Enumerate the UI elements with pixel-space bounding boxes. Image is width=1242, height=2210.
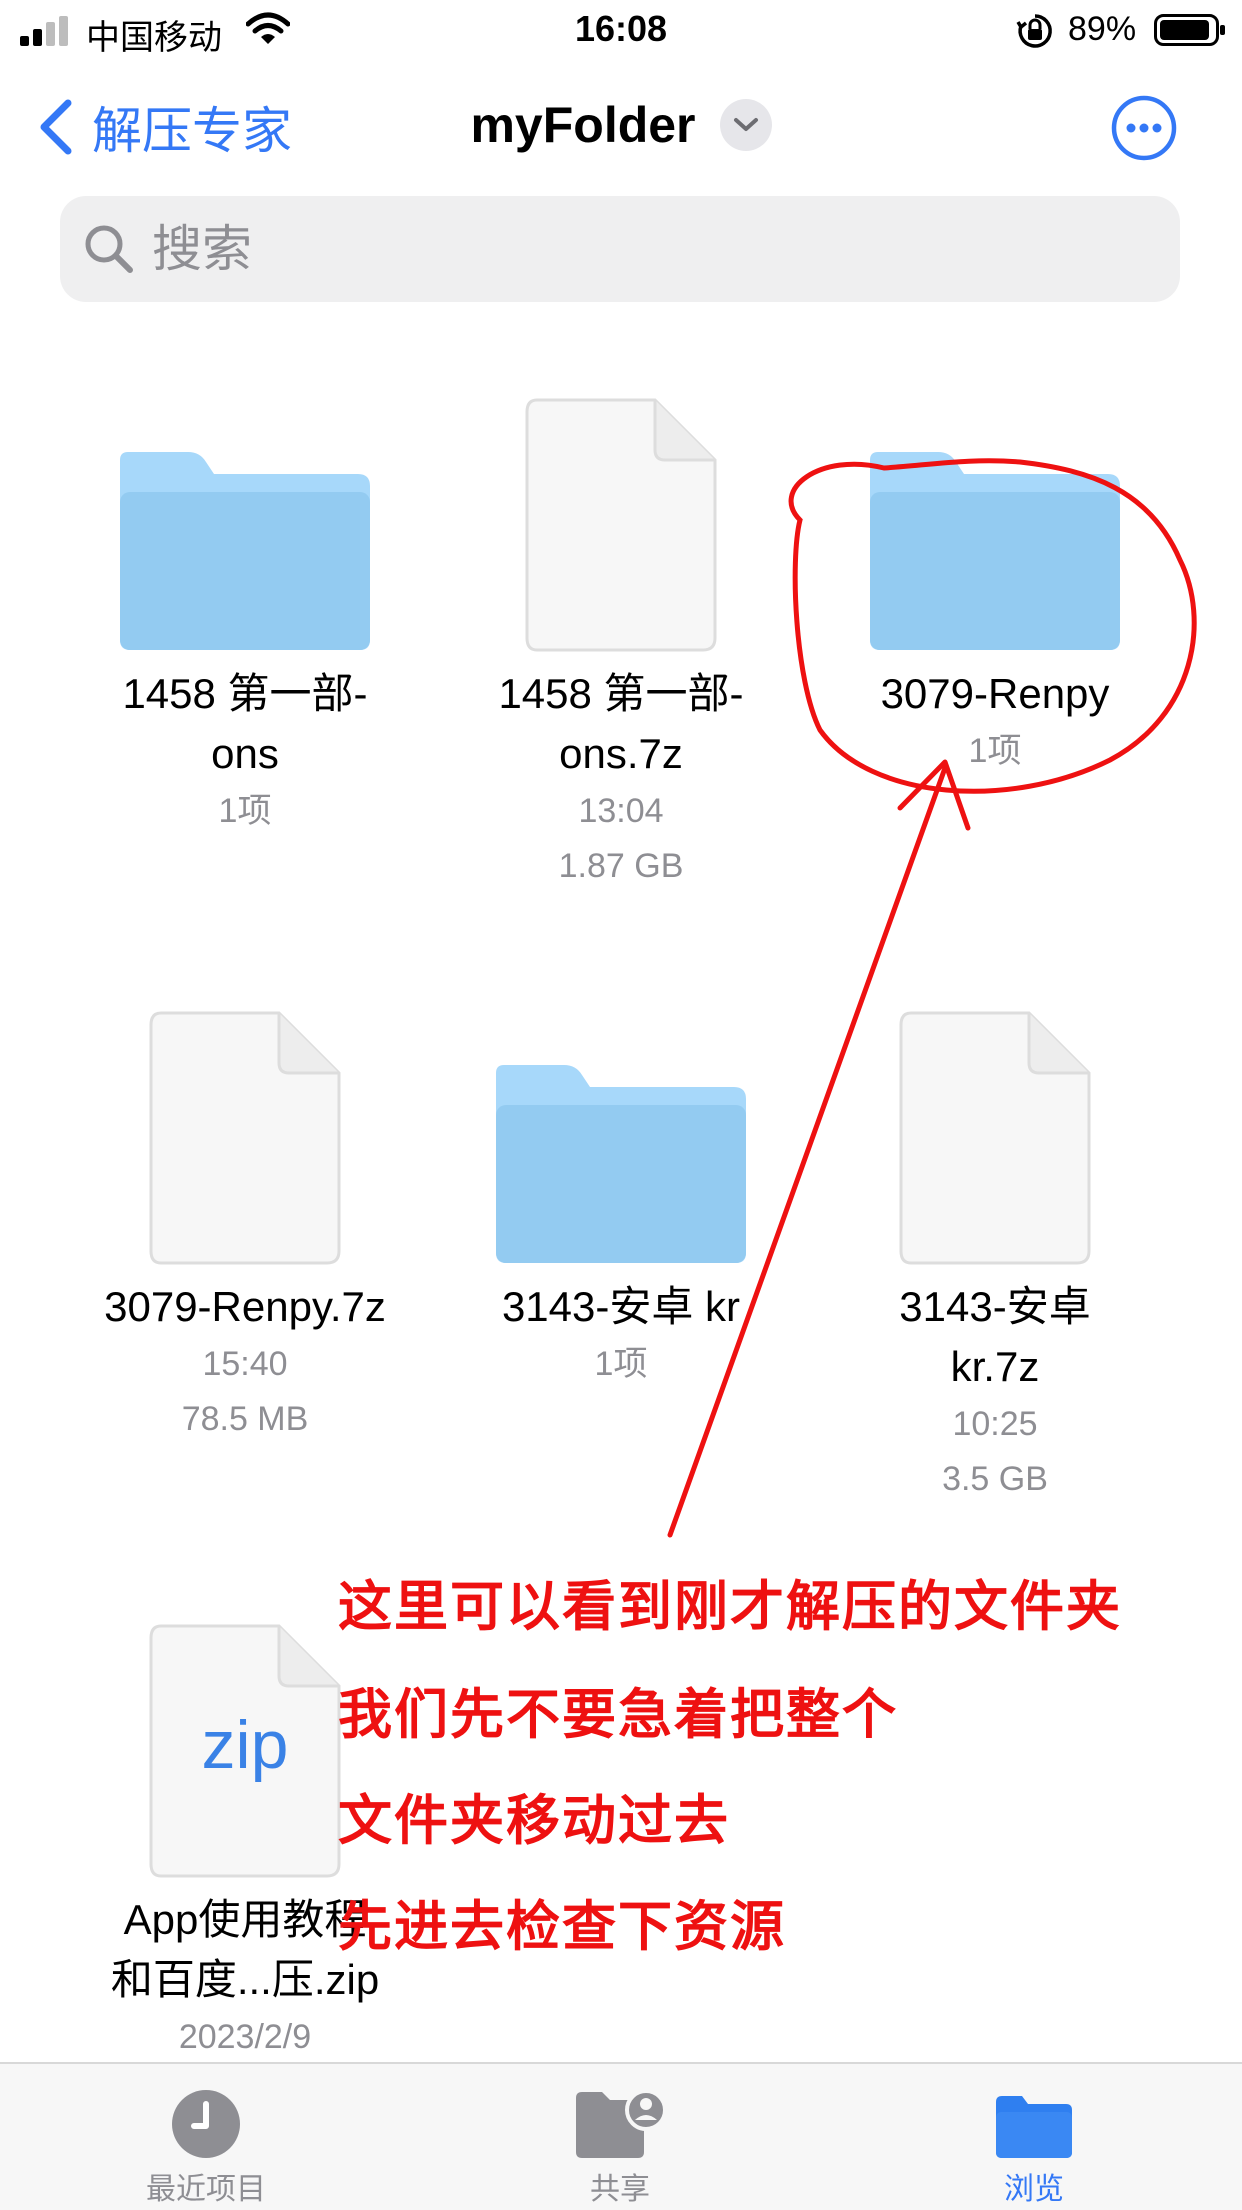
- tab-label: 最近项目: [146, 2173, 266, 2206]
- tab-bar: 最近项目 共享 浏览: [0, 2062, 1242, 2210]
- tab-label: 浏览: [1004, 2173, 1064, 2206]
- tab-browse[interactable]: 浏览: [884, 2064, 1184, 2210]
- tab-recents[interactable]: 最近项目: [56, 2064, 356, 2210]
- annotation-drawing: [667, 458, 1197, 1538]
- clock-icon: [172, 2090, 240, 2158]
- tab-label: 共享: [590, 2173, 650, 2206]
- annotation-text-line: 这里可以看到刚才解压的文件夹: [338, 1577, 1122, 1637]
- annotation-circle: [788, 458, 1197, 794]
- shared-folder-icon: [576, 2089, 667, 2158]
- folder-icon: [996, 2096, 1072, 2158]
- annotation-text-line: 文件夹移动过去: [338, 1791, 730, 1851]
- annotation-arrow-line: [667, 765, 948, 1538]
- annotation-text-line: 我们先不要急着把整个: [338, 1685, 898, 1745]
- tab-shared[interactable]: 共享: [470, 2064, 770, 2210]
- annotation-text-line: 先进去检查下资源: [338, 1897, 786, 1957]
